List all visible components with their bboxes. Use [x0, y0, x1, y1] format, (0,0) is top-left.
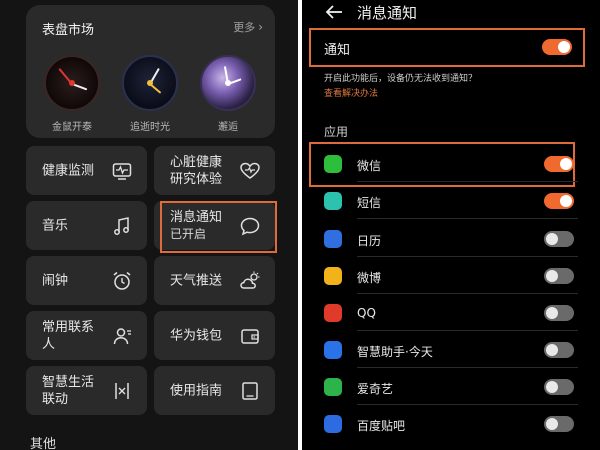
app-toggle[interactable] — [544, 416, 574, 432]
notification-toggle[interactable] — [542, 39, 572, 55]
app-name: 微博 — [357, 271, 382, 285]
link-sync-icon — [115, 382, 129, 399]
right-panel: 消息通知 通知 开启此功能后，设备仍无法收到通知？ 查看解决办法 应用 微信短信… — [302, 0, 600, 450]
tile-health-monitor[interactable]: 健康监测 — [26, 146, 147, 195]
app-toggle[interactable] — [544, 156, 574, 172]
person-icon — [113, 327, 131, 344]
toggle-knob — [546, 233, 558, 245]
notification-label: 通知 — [324, 43, 351, 58]
tile-weather-push[interactable]: 天气推送 — [154, 256, 275, 305]
tile-health-label: 健康监测 — [42, 163, 95, 178]
wechat-icon — [324, 155, 342, 173]
toggle-knob — [546, 344, 558, 356]
tile-wallet-label: 华为钱包 — [170, 328, 223, 343]
tile-user-guide[interactable]: 使用指南 — [154, 366, 275, 415]
watch-face-1-label: 金鼠开泰 — [52, 122, 92, 133]
app-toggle[interactable] — [544, 193, 574, 209]
weather-cloud-sun-icon — [240, 271, 260, 289]
tile-smart-life[interactable]: 智慧生活 联动 — [26, 366, 147, 415]
app-toggle[interactable] — [544, 342, 574, 358]
app-row[interactable]: 日历 — [302, 220, 600, 257]
app-toggle[interactable] — [544, 305, 574, 321]
tile-contacts-line1: 常用联系 — [42, 319, 95, 335]
tile-contacts-label: 常用联系 人 — [42, 319, 94, 353]
tile-heart-line2: 研究体验 — [170, 171, 223, 187]
tile-heart-label: 心脏健康 研究体验 — [170, 154, 222, 188]
warning-text: 开启此功能后，设备仍无法收到通知？ — [324, 74, 478, 84]
tile-music-label: 音乐 — [42, 218, 69, 233]
left-panel: 表盘市场 更多 › 金鼠开泰 追逝时光 邂逅 健康监测 心脏健康 研究体验 音乐… — [0, 0, 298, 450]
fix-link[interactable]: 查看解决办法 — [324, 86, 378, 99]
sms-icon — [324, 192, 342, 210]
tile-heart-line1: 心脏健康 — [170, 154, 223, 170]
watch-market-card[interactable]: 表盘市场 更多 › 金鼠开泰 追逝时光 邂逅 — [26, 5, 275, 138]
music-note-icon — [114, 216, 129, 235]
app-name: QQ — [357, 306, 376, 320]
watch-face-2-label: 追逝时光 — [130, 122, 170, 133]
weibo-icon — [324, 267, 342, 285]
apps-section-title: 应用 — [324, 125, 349, 139]
notification-tile-highlight — [160, 201, 277, 253]
app-name: 微信 — [357, 159, 382, 173]
app-toggle[interactable] — [544, 268, 574, 284]
calendar-icon — [324, 230, 342, 248]
app-name: 爱奇艺 — [357, 382, 394, 396]
guide-book-icon — [242, 381, 258, 400]
tile-huawei-wallet[interactable]: 华为钱包 — [154, 311, 275, 360]
tieba-icon — [324, 415, 342, 433]
tile-contacts-line2: 人 — [42, 336, 56, 352]
toggle-knob — [546, 381, 558, 393]
watch-face-3-label: 邂逅 — [218, 122, 238, 133]
watch-face-3[interactable] — [200, 55, 256, 111]
toggle-knob — [558, 41, 570, 53]
heart-icon — [240, 162, 260, 179]
alarm-clock-icon — [113, 271, 131, 290]
watch-face-1[interactable] — [44, 55, 100, 111]
app-row[interactable]: QQ — [302, 294, 600, 331]
app-name: 智慧助手·今天 — [357, 345, 433, 359]
other-section-title: 其他 — [30, 437, 57, 450]
toggle-knob — [546, 307, 558, 319]
tile-music[interactable]: 音乐 — [26, 201, 147, 250]
toggle-knob — [560, 195, 572, 207]
tile-smartlife-line1: 智慧生活 — [42, 374, 95, 390]
tile-alarm-label: 闹钟 — [42, 273, 69, 288]
watch-market-title: 表盘市场 — [42, 23, 95, 38]
app-toggle[interactable] — [544, 231, 574, 247]
app-name: 短信 — [357, 196, 382, 210]
toggle-knob — [546, 270, 558, 282]
tile-smartlife-line2: 联动 — [42, 391, 69, 407]
app-name: 日历 — [357, 234, 382, 248]
tile-contacts[interactable]: 常用联系 人 — [26, 311, 147, 360]
app-row[interactable]: 爱奇艺 — [302, 368, 600, 405]
page-title: 消息通知 — [357, 4, 418, 22]
app-row[interactable]: 短信 — [302, 182, 600, 219]
qq-icon — [324, 304, 342, 322]
app-row[interactable]: 微博 — [302, 257, 600, 294]
heart-rate-monitor-icon — [112, 162, 132, 180]
assistant-icon — [324, 341, 342, 359]
wallet-icon — [241, 328, 259, 344]
toggle-knob — [560, 158, 572, 170]
tile-alarm[interactable]: 闹钟 — [26, 256, 147, 305]
watch-face-2[interactable] — [122, 55, 178, 111]
toggle-knob — [546, 418, 558, 430]
back-arrow-icon[interactable] — [324, 2, 344, 22]
tile-guide-label: 使用指南 — [170, 383, 223, 398]
more-label: 更多 — [233, 21, 256, 34]
tile-heart-research[interactable]: 心脏健康 研究体验 — [154, 146, 275, 195]
app-row[interactable]: 微信 — [302, 145, 600, 182]
app-name: 百度贴吧 — [357, 419, 406, 433]
more-link[interactable]: 更多 › — [233, 19, 263, 35]
app-row[interactable]: 智慧助手·今天 — [302, 331, 600, 368]
chevron-right-icon: › — [258, 20, 263, 34]
iqiyi-icon — [324, 378, 342, 396]
tile-weather-label: 天气推送 — [170, 273, 223, 288]
app-toggle[interactable] — [544, 379, 574, 395]
tile-smartlife-label: 智慧生活 联动 — [42, 374, 94, 408]
app-row[interactable]: 百度贴吧 — [302, 405, 600, 442]
row-divider — [357, 218, 578, 219]
